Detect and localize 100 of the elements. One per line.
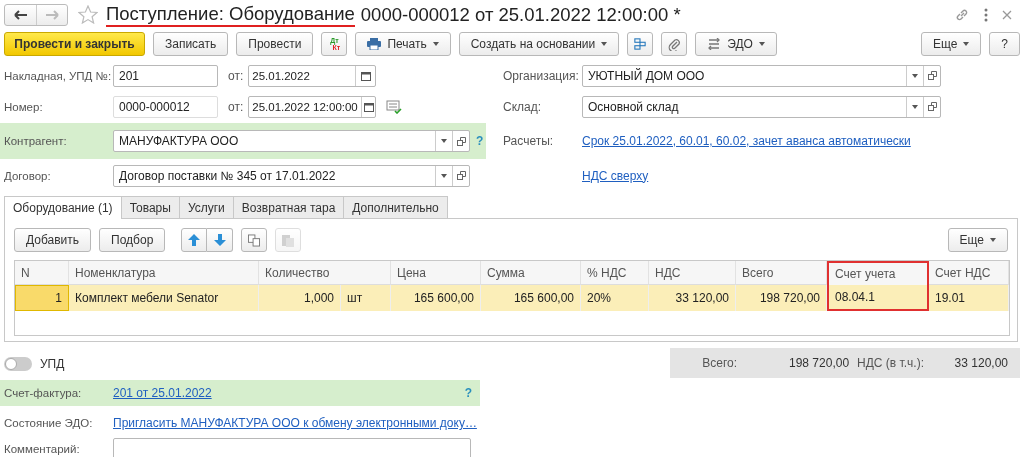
link[interactable]: 201 от 25.01.2022	[113, 386, 212, 400]
down-arrow-icon	[213, 234, 226, 246]
document-check-icon	[386, 99, 403, 114]
toolbar-button[interactable]: Добавить	[14, 228, 92, 252]
forward-arrow-icon	[45, 9, 59, 20]
column-header[interactable]: N	[15, 261, 69, 285]
open-icon	[927, 102, 937, 111]
caret-icon	[912, 104, 918, 109]
tab[interactable]: Дополнительно	[344, 196, 448, 218]
toolbar-button[interactable]: ?	[989, 32, 1020, 56]
structure-button[interactable]	[627, 32, 654, 56]
structure-icon	[634, 37, 647, 51]
column-header[interactable]: Сумма	[481, 261, 581, 285]
copy-button[interactable]	[241, 228, 268, 252]
caret-icon	[441, 139, 447, 143]
field-label: Организация:	[502, 68, 580, 83]
link[interactable]: Пригласить МАНУФАКТУРА ООО к обмену электронными доку…	[113, 416, 477, 430]
column-header[interactable]: Счет учета	[827, 261, 929, 285]
column-header[interactable]: НДС	[649, 261, 736, 285]
back-arrow-icon	[13, 9, 28, 20]
total-label: НДС (в т.ч.):	[857, 356, 924, 370]
print-button[interactable]: Печать	[355, 32, 451, 56]
column-header[interactable]: Номенклатура	[69, 261, 259, 285]
toolbar-button[interactable]: Подбор	[99, 228, 166, 252]
field-label: Состояние ЭДО:	[4, 417, 94, 429]
table-cell: 33 120,00	[649, 285, 736, 311]
tab[interactable]: Оборудование (1)	[4, 196, 122, 219]
tab[interactable]: Услуги	[179, 196, 234, 218]
field-label: Номер:	[4, 100, 44, 113]
close-icon	[1002, 9, 1012, 20]
caret-icon	[990, 238, 996, 242]
post-and-close-button[interactable]: Провести и закрыть	[4, 32, 145, 56]
paperclip-icon	[668, 37, 681, 51]
table-cell: 1	[15, 285, 69, 311]
caret-icon	[601, 42, 608, 46]
input-field[interactable]: 0000-000012	[113, 95, 218, 118]
menu-button[interactable]: Еще	[947, 228, 1008, 252]
table-cell: 198 720,00	[736, 285, 827, 311]
column-header[interactable]: Цена	[391, 261, 481, 285]
field-label: Контрагент:	[4, 135, 68, 147]
tab[interactable]: Возвратная тара	[233, 196, 345, 218]
table-cell: Комплект мебели Senator	[69, 285, 259, 311]
caret-icon	[963, 42, 970, 46]
field-label: Договор:	[4, 169, 52, 182]
caret-icon	[432, 42, 439, 46]
total-label: Всего:	[702, 356, 738, 370]
table-cell: шт	[341, 285, 391, 311]
field-label: от:	[228, 99, 244, 114]
menu-icon	[984, 7, 988, 22]
edo-button[interactable]: ЭДО	[695, 32, 777, 56]
column-header[interactable]: Всего	[736, 261, 827, 285]
select-field[interactable]: УЮТНЫЙ ДОМ ООО	[582, 64, 941, 87]
comment-field[interactable]	[113, 438, 471, 457]
link[interactable]: НДС сверху	[582, 168, 649, 183]
exchange-icon	[707, 38, 722, 50]
open-icon	[927, 71, 937, 80]
window-title: Поступление: Оборудование	[106, 2, 355, 27]
copy-icon	[248, 233, 261, 247]
tab[interactable]: Товары	[121, 196, 180, 218]
date-field[interactable]: 25.01.2022	[248, 64, 377, 87]
table-cell: 20%	[581, 285, 649, 311]
column-header[interactable]: Счет НДС	[929, 261, 1009, 285]
calendar-icon	[360, 70, 371, 81]
table-cell: 19.01	[929, 285, 1009, 311]
field-label: от:	[228, 68, 244, 83]
toolbar-button[interactable]: Провести	[236, 32, 314, 56]
column-header[interactable]: % НДС	[581, 261, 649, 285]
select-field[interactable]: Основной склад	[582, 95, 941, 118]
column-header[interactable]: Количество	[259, 261, 391, 285]
calendar-icon	[363, 101, 374, 112]
star-icon	[78, 5, 98, 24]
caret-icon	[758, 42, 765, 46]
open-icon	[456, 136, 466, 146]
attach-button[interactable]	[661, 32, 688, 56]
field-label: Комментарий:	[4, 443, 81, 455]
link[interactable]: Срок 25.01.2022, 60.01, 60.02, зачет аванса автоматически	[582, 134, 911, 148]
up-arrow-icon	[188, 234, 201, 246]
toolbar-button[interactable]: Записать	[153, 32, 229, 56]
field-label: Расчеты:	[502, 134, 555, 148]
window-title: 0000-000012 от 25.01.2022 12:00:00 *	[360, 3, 681, 26]
menu-button[interactable]: Создать на основании	[458, 32, 620, 56]
table-cell: 08.04.1	[827, 285, 929, 311]
printer-icon	[367, 38, 382, 50]
caret-icon	[912, 73, 918, 78]
caret-icon	[441, 173, 447, 178]
select-field[interactable]: МАНУФАКТУРА ООО	[113, 130, 470, 152]
field-label: Счет-фактура:	[4, 387, 83, 399]
open-icon	[456, 171, 466, 180]
table-cell: 165 600,00	[481, 285, 581, 311]
toggle-switch[interactable]	[4, 357, 32, 371]
date-field[interactable]: 25.01.2022 12:00:00	[248, 95, 377, 118]
clipboard-icon	[282, 233, 295, 247]
move-up-button[interactable]	[181, 228, 208, 252]
field-label: Склад:	[502, 99, 543, 114]
input-field[interactable]: 201	[113, 64, 218, 87]
menu-button[interactable]: Еще	[920, 32, 982, 56]
table-cell: 165 600,00	[391, 285, 481, 311]
move-down-button[interactable]	[207, 228, 234, 252]
field-label: Накладная, УПД №:	[4, 69, 113, 82]
select-field[interactable]: Договор поставки № 345 от 17.01.2022	[113, 164, 470, 187]
